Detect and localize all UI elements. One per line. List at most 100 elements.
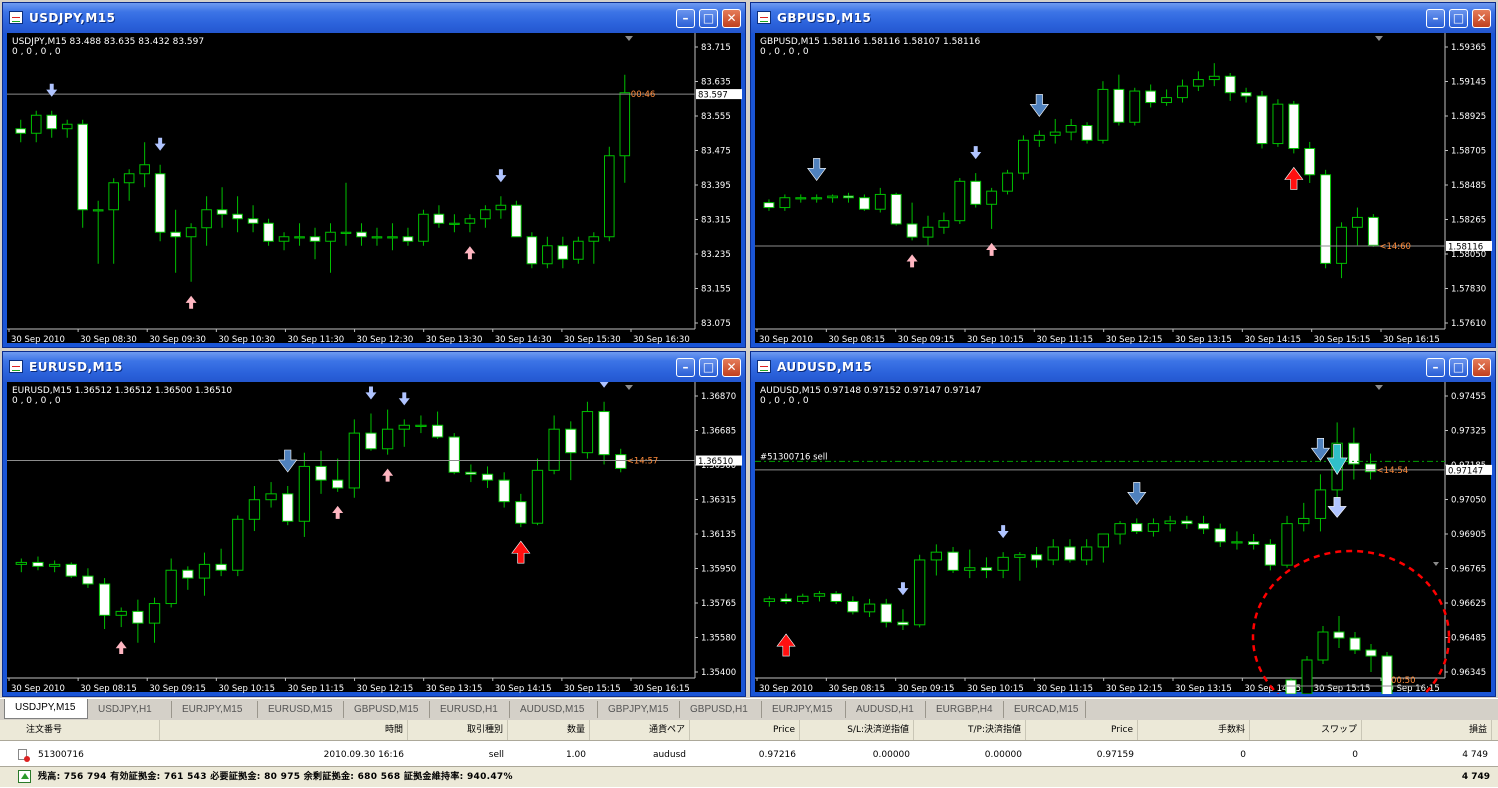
sell-arrow-icon <box>1029 94 1049 117</box>
x-tick-label: 30 Sep 09:15 <box>898 335 955 345</box>
chart-tab[interactable]: EURGBP,H4 <box>926 701 1004 718</box>
window-title: AUDUSD,M15 <box>777 360 873 374</box>
bull-candle <box>863 603 876 613</box>
x-tick-label: 30 Sep 12:15 <box>1106 684 1163 694</box>
column-header[interactable]: 時間 <box>160 720 408 740</box>
maximize-button[interactable]: □ <box>699 9 718 28</box>
chart-tab[interactable]: AUDUSD,M15 <box>510 701 598 718</box>
chart-area[interactable]: 1.36870 1.36685 1.36500 1.36315 1.36135 1.359… <box>7 382 742 694</box>
chart-tab[interactable]: USDJPY,M15 <box>4 699 88 719</box>
symbol-ohlc-label: USDJPY,M15 83.488 83.635 83.432 83.597 <box>12 37 205 47</box>
column-header[interactable]: 通貨ペア <box>590 720 690 740</box>
bear-candle <box>1365 649 1377 657</box>
sell-arrow-icon <box>970 146 982 160</box>
x-tick-label: 30 Sep 16:30 <box>633 335 690 345</box>
bull-candle <box>198 563 211 579</box>
bear-candle <box>1081 125 1093 141</box>
chart-window-audusd[interactable]: AUDUSD,M15 – □ ✕ 0.974550.973250.971850.… <box>750 351 1496 697</box>
chart-tab[interactable]: EURUSD,H1 <box>430 701 510 718</box>
order-cell: 0.97159 <box>1096 750 1134 760</box>
bear-candle <box>1197 523 1210 530</box>
chart-tab[interactable]: AUDUSD,H1 <box>846 701 926 718</box>
chart-tab[interactable]: EURUSD,M15 <box>258 701 344 718</box>
bear-candle <box>282 493 294 522</box>
x-tick-label: 30 Sep 2010 <box>11 335 65 345</box>
bull-candle <box>48 563 61 567</box>
x-tick-label: 30 Sep 13:15 <box>426 684 483 694</box>
minimize-button[interactable]: – <box>1426 358 1445 377</box>
chart-area[interactable]: 1.59365 1.59145 1.58925 1.58705 1.58485 1.582… <box>755 33 1492 345</box>
chart-tab[interactable]: USDJPY,H1 <box>88 701 172 718</box>
column-header[interactable]: Price <box>1026 720 1138 740</box>
close-button[interactable]: ✕ <box>722 358 741 377</box>
bull-candle <box>1047 546 1059 561</box>
balance-row: 残高: 756 794 有効証拠金: 761 543 必要証拠金: 80 975… <box>0 766 1498 787</box>
chart-window-eurusd[interactable]: EURUSD,M15 – □ ✕ 1.36870 1.36685 1.36500 1.… <box>2 351 746 697</box>
order-cell: 0 <box>1240 750 1246 760</box>
chart-tab[interactable]: EURCAD,M15 <box>1004 701 1086 718</box>
window-titlebar[interactable]: AUDUSD,M15 – □ ✕ <box>751 352 1495 382</box>
bear-candle <box>980 567 993 571</box>
close-button[interactable]: ✕ <box>1472 9 1491 28</box>
chart-window-usdjpy[interactable]: USDJPY,M15 – □ ✕ 83.715 83.635 83.555 83.47… <box>2 2 746 348</box>
minimize-button[interactable]: – <box>676 9 695 28</box>
y-tick-label: 1.57610 <box>1451 319 1486 329</box>
column-header[interactable]: 数量 <box>508 720 590 740</box>
maximize-button[interactable]: □ <box>1449 9 1468 28</box>
bull-candle <box>1164 520 1176 525</box>
column-header[interactable]: T/P:決済指値 <box>914 720 1026 740</box>
x-tick-label: 30 Sep 2010 <box>11 684 65 694</box>
bear-candle <box>830 593 842 602</box>
minimize-button[interactable]: – <box>1426 9 1445 28</box>
y-tick-label: 83.715 <box>701 43 731 53</box>
chart-tab[interactable]: GBPJPY,M15 <box>598 701 680 718</box>
bull-candle <box>581 411 594 454</box>
chart-area[interactable]: 0.974550.973250.971850.970500.969050.967… <box>755 382 1492 694</box>
bull-candle <box>30 114 42 134</box>
column-header[interactable]: 損益 <box>1362 720 1492 740</box>
maximize-button[interactable]: □ <box>699 358 718 377</box>
order-row[interactable]: 51300716 2010.09.30 16:16 sell 1.00 audusd 0.… <box>0 746 1498 764</box>
bear-candle <box>598 411 610 456</box>
minimize-button[interactable]: – <box>676 358 695 377</box>
column-header[interactable]: 取引種別 <box>408 720 508 740</box>
window-titlebar[interactable]: EURUSD,M15 – □ ✕ <box>3 352 745 382</box>
order-cell: sell <box>488 750 504 760</box>
maximize-button[interactable]: □ <box>1449 358 1468 377</box>
chart-tab[interactable]: EURJPY,M15 <box>762 701 846 718</box>
bear-candle <box>15 128 27 134</box>
y-tick-label: 1.35765 <box>701 599 736 609</box>
y-tick-label: 0.96625 <box>1451 599 1486 609</box>
bear-candle <box>1113 88 1125 123</box>
sell-arrow-icon <box>1127 482 1147 505</box>
close-button[interactable]: ✕ <box>1472 358 1491 377</box>
column-header[interactable]: 注文番号 <box>14 720 160 740</box>
chart-tab[interactable]: GBPUSD,M15 <box>344 701 430 718</box>
order-cell: 0.00000 <box>872 750 910 760</box>
chart-tab[interactable]: GBPUSD,H1 <box>680 701 762 718</box>
chart-window-gbpusd[interactable]: GBPUSD,M15 – □ ✕ 1.59365 1.59145 1.58925 1.… <box>750 2 1496 348</box>
chart-tab[interactable]: EURJPY,M15 <box>172 701 258 718</box>
balance-summary: 残高: 756 794 有効証拠金: 761 543 必要証拠金: 80 975… <box>38 772 513 782</box>
bear-candle <box>1131 523 1143 532</box>
bull-candle <box>1314 489 1327 519</box>
bull-candle <box>1177 85 1188 99</box>
x-tick-label: 30 Sep 10:15 <box>967 335 1024 345</box>
close-button[interactable]: ✕ <box>722 9 741 28</box>
column-header[interactable]: Price <box>690 720 800 740</box>
bear-candle <box>526 236 538 265</box>
bear-candle <box>1348 442 1360 465</box>
window-titlebar[interactable]: USDJPY,M15 – □ ✕ <box>3 3 745 33</box>
terminal-header-row: 注文番号 時間 取引種別 数量 通貨ペア Price S/L:決済逆指値 T/P:決済指値 Pr… <box>0 720 1498 741</box>
bull-candle <box>480 209 491 220</box>
bull-candle <box>325 231 336 242</box>
chart-area[interactable]: 83.715 83.635 83.555 83.475 83.395 83.315 83.2… <box>7 33 742 345</box>
bear-candle <box>32 561 44 567</box>
bull-candle <box>1017 139 1029 174</box>
window-titlebar[interactable]: GBPUSD,M15 – □ ✕ <box>751 3 1495 33</box>
column-header[interactable]: S/L:決済逆指値 <box>800 720 914 740</box>
chart-app-icon <box>757 11 771 24</box>
column-header[interactable]: 手数料 <box>1138 720 1250 740</box>
bear-candle <box>515 501 527 524</box>
column-header[interactable]: スワップ <box>1250 720 1362 740</box>
